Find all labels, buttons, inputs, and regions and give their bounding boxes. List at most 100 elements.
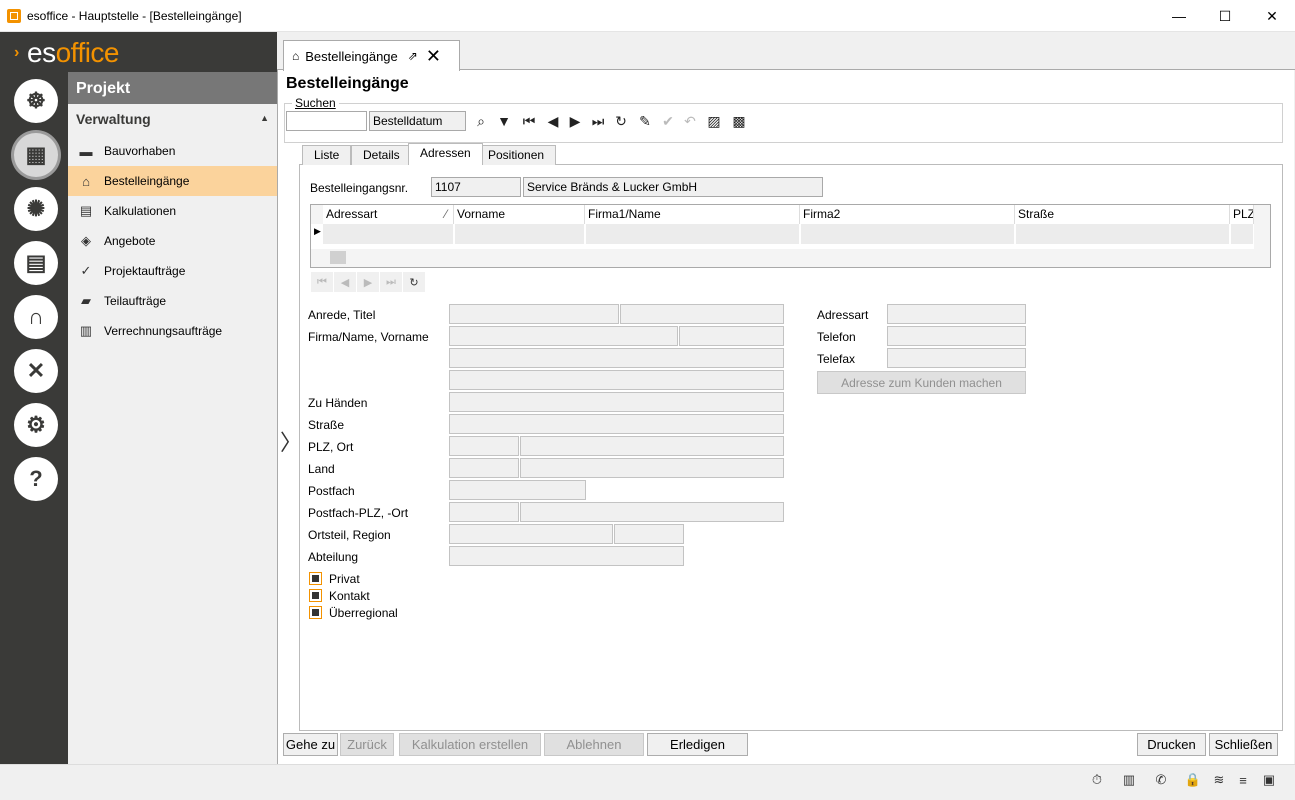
- titel-field[interactable]: [620, 304, 784, 324]
- grid-cell[interactable]: [801, 224, 1015, 244]
- database-icon[interactable]: ≋: [1210, 771, 1228, 789]
- ueberregional-checkbox[interactable]: [309, 606, 322, 619]
- land-code-field[interactable]: [449, 458, 519, 478]
- search-icon[interactable]: ⌕: [472, 112, 490, 130]
- last-record-icon[interactable]: ⏭: [589, 112, 607, 130]
- phone-icon[interactable]: ✆: [1152, 771, 1170, 789]
- filter-save-icon[interactable]: ▨: [705, 112, 723, 130]
- grid-horizontal-scrollbar[interactable]: [311, 249, 1270, 267]
- anrede-field[interactable]: [449, 304, 619, 324]
- tab-adressen[interactable]: Adressen: [408, 143, 483, 165]
- grid-header-strasse[interactable]: Straße: [1015, 205, 1230, 224]
- sidebar-item-bauvorhaben[interactable]: ▬ Bauvorhaben: [68, 136, 277, 166]
- sidebar-item-verrechnungsauftrge[interactable]: ▥ Verrechnungsaufträge: [68, 316, 277, 346]
- help-module-button[interactable]: ?: [14, 457, 58, 501]
- settings-module-button[interactable]: ⚙: [14, 403, 58, 447]
- filter-list-icon[interactable]: ▩: [730, 112, 748, 130]
- firma-name-field[interactable]: [449, 326, 678, 346]
- nav-section-verwaltung[interactable]: Verwaltung ▲: [68, 108, 277, 132]
- grid-first-icon[interactable]: ⏮: [311, 272, 333, 292]
- headset-module-button[interactable]: ∩: [14, 295, 58, 339]
- close-window-button[interactable]: ✕: [1249, 0, 1295, 32]
- postfach-plz-field[interactable]: [449, 502, 519, 522]
- complete-button[interactable]: Erledigen: [647, 733, 748, 756]
- grid-header-firma1[interactable]: Firma1/Name: [585, 205, 800, 224]
- grid-header-plz[interactable]: PLZ: [1230, 205, 1254, 224]
- tab-positionen[interactable]: Positionen: [476, 145, 557, 165]
- sidebar-item-bestelleingnge[interactable]: ⌂ Bestelleingänge: [68, 166, 277, 196]
- popout-icon[interactable]: ⇗: [408, 49, 418, 63]
- timer-icon[interactable]: ⏱: [1088, 771, 1106, 789]
- plz-field[interactable]: [449, 436, 519, 456]
- project-module-button[interactable]: ▦: [14, 133, 58, 177]
- prev-record-icon[interactable]: ◀: [544, 112, 562, 130]
- reject-button[interactable]: Ablehnen: [544, 733, 644, 756]
- print-button[interactable]: Drucken: [1137, 733, 1206, 756]
- ortsteil-field[interactable]: [449, 524, 613, 544]
- grid-cell[interactable]: [1231, 224, 1254, 244]
- adressart-field[interactable]: [887, 304, 1026, 324]
- grid-cell[interactable]: [1016, 224, 1230, 244]
- filter-icon[interactable]: ▼: [495, 112, 513, 130]
- grid-cell[interactable]: [586, 224, 800, 244]
- grid-cell[interactable]: [323, 224, 454, 244]
- document-tab-bestelleingaenge[interactable]: ⌂ Bestelleingänge ⇗ ✕: [283, 40, 460, 71]
- abteilung-field[interactable]: [449, 546, 684, 566]
- grid-header-firma2[interactable]: Firma2: [800, 205, 1015, 224]
- grid-refresh-icon[interactable]: ↻: [403, 272, 425, 292]
- sidebar-item-projektauftrge[interactable]: ✓ Projektaufträge: [68, 256, 277, 286]
- vorname-field[interactable]: [679, 326, 784, 346]
- zuhaenden-field[interactable]: [449, 392, 784, 412]
- close-tab-icon[interactable]: ✕: [426, 46, 441, 67]
- grid-last-icon[interactable]: ⏭: [380, 272, 402, 292]
- grid-vertical-scrollbar[interactable]: [1254, 205, 1270, 249]
- money-module-button[interactable]: ▤: [14, 241, 58, 285]
- company-icon[interactable]: ▥: [1120, 771, 1138, 789]
- telefax-field[interactable]: [887, 348, 1026, 368]
- goto-button[interactable]: Gehe zu: [283, 733, 338, 756]
- grid-cell[interactable]: [455, 224, 585, 244]
- grid-header-adressart[interactable]: Adressart ⁄: [323, 205, 454, 224]
- first-record-icon[interactable]: ⏮: [520, 112, 538, 130]
- lock-icon[interactable]: 🔒: [1184, 771, 1202, 789]
- land-name-field[interactable]: [520, 458, 784, 478]
- sidebar-item-kalkulationen[interactable]: ▤ Kalkulationen: [68, 196, 277, 226]
- search-input[interactable]: [286, 111, 367, 131]
- edit-icon[interactable]: ✎: [636, 112, 654, 130]
- sidebar-item-angebote[interactable]: ◈ Angebote: [68, 226, 277, 256]
- privat-checkbox[interactable]: [309, 572, 322, 585]
- tools-module-button[interactable]: ✕: [14, 349, 58, 393]
- tab-liste[interactable]: Liste: [302, 145, 352, 165]
- ort-field[interactable]: [520, 436, 784, 456]
- minimize-button[interactable]: —: [1156, 0, 1202, 32]
- telefon-field[interactable]: [887, 326, 1026, 346]
- close-button[interactable]: Schließen: [1209, 733, 1278, 756]
- firma3-field[interactable]: [449, 370, 784, 390]
- region-field[interactable]: [614, 524, 684, 544]
- grid-next-icon[interactable]: ▶: [357, 272, 379, 292]
- make-customer-button[interactable]: Adresse zum Kunden machen: [817, 371, 1026, 394]
- save-check-icon[interactable]: ✔: [659, 112, 677, 130]
- alarm-module-button[interactable]: ✺: [14, 187, 58, 231]
- strasse-field[interactable]: [449, 414, 784, 434]
- nav-item-icon: ▥: [79, 323, 93, 338]
- postfach-ort-field[interactable]: [520, 502, 784, 522]
- sidebar-item-teilauftrge[interactable]: ▰ Teilaufträge: [68, 286, 277, 316]
- grid-header-vorname[interactable]: Vorname: [454, 205, 585, 224]
- back-button[interactable]: Zurück: [340, 733, 394, 756]
- grid-prev-icon[interactable]: ◀: [334, 272, 356, 292]
- maximize-button[interactable]: ☐: [1202, 0, 1248, 32]
- kontakt-checkbox[interactable]: [309, 589, 322, 602]
- tab-details[interactable]: Details: [351, 145, 412, 165]
- search-field-select[interactable]: Bestelldatum: [369, 111, 466, 131]
- next-record-icon[interactable]: ▶: [566, 112, 584, 130]
- helm-module-button[interactable]: ☸: [14, 79, 58, 123]
- create-calculation-button[interactable]: Kalkulation erstellen: [399, 733, 541, 756]
- postfach-field[interactable]: [449, 480, 586, 500]
- log-icon[interactable]: ≡: [1234, 771, 1252, 789]
- scrollbar-thumb[interactable]: [330, 251, 346, 264]
- firma2-field[interactable]: [449, 348, 784, 368]
- undo-icon[interactable]: ↶: [681, 112, 699, 130]
- sql-icon[interactable]: ▣: [1260, 771, 1278, 789]
- refresh-icon[interactable]: ↻: [612, 112, 630, 130]
